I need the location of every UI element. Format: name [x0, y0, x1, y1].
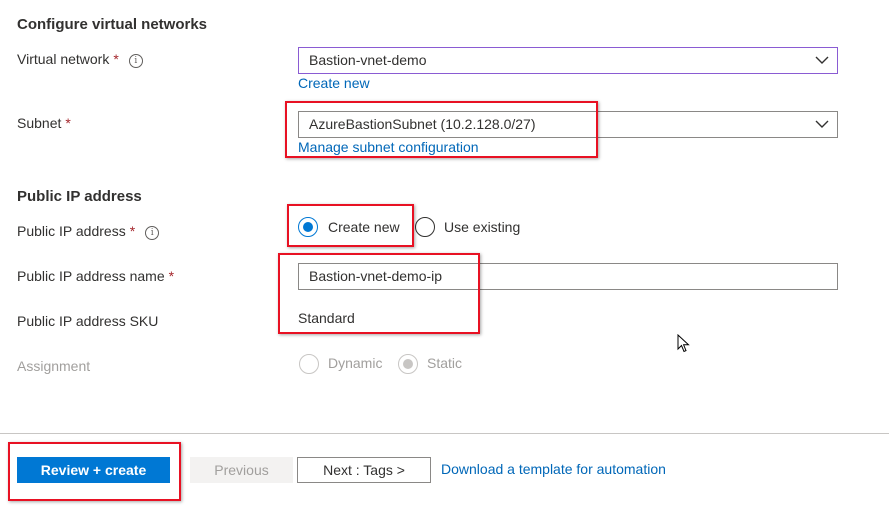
public-ip-name-label: Public IP address name *: [17, 268, 174, 284]
public-ip-name-label-text: Public IP address name: [17, 268, 165, 284]
footer-divider: [0, 433, 889, 434]
info-icon[interactable]: i: [128, 54, 143, 68]
chevron-down-icon: [815, 56, 829, 64]
highlight-box-review-create: [8, 442, 181, 501]
required-mark: *: [113, 51, 119, 67]
highlight-box-create-new: [287, 204, 414, 247]
required-mark: *: [168, 268, 175, 284]
public-ip-address-label-text: Public IP address: [17, 223, 126, 239]
previous-button[interactable]: Previous: [190, 457, 293, 483]
radio-static-label: Static: [427, 355, 463, 371]
virtual-network-label: Virtual network * i: [17, 51, 143, 68]
radio-use-existing[interactable]: [415, 217, 435, 237]
virtual-network-label-text: Virtual network: [17, 51, 110, 67]
subnet-label: Subnet *: [17, 115, 71, 131]
virtual-network-select[interactable]: Bastion-vnet-demo: [298, 47, 838, 74]
radio-use-existing-circle[interactable]: [415, 217, 435, 237]
radio-use-existing-label[interactable]: Use existing: [444, 219, 520, 235]
required-mark: *: [65, 115, 71, 131]
subnet-label-text: Subnet: [17, 115, 62, 131]
radio-static: [398, 354, 418, 374]
radio-dynamic-circle: [299, 354, 319, 374]
public-ip-sku-label: Public IP address SKU: [17, 313, 159, 329]
highlight-box-subnet: [285, 101, 598, 158]
radio-dynamic: [299, 354, 319, 374]
mouse-cursor-icon: [677, 334, 690, 353]
radio-static-circle: [398, 354, 418, 374]
download-template-link[interactable]: Download a template for automation: [441, 461, 666, 477]
highlight-box-ip-name-sku: [278, 253, 480, 334]
public-ip-section-title: Public IP address: [17, 188, 142, 205]
public-ip-address-label: Public IP address * i: [17, 223, 160, 240]
virtual-network-value: Bastion-vnet-demo: [309, 52, 427, 68]
info-icon[interactable]: i: [145, 226, 160, 240]
radio-dynamic-label: Dynamic: [328, 355, 383, 371]
chevron-down-icon: [815, 120, 829, 128]
assignment-label: Assignment: [17, 358, 91, 374]
next-tags-button[interactable]: Next : Tags >: [297, 457, 431, 483]
required-mark: *: [129, 223, 136, 239]
vnet-section-title: Configure virtual networks: [17, 16, 208, 33]
create-new-vnet-link[interactable]: Create new: [298, 75, 370, 91]
